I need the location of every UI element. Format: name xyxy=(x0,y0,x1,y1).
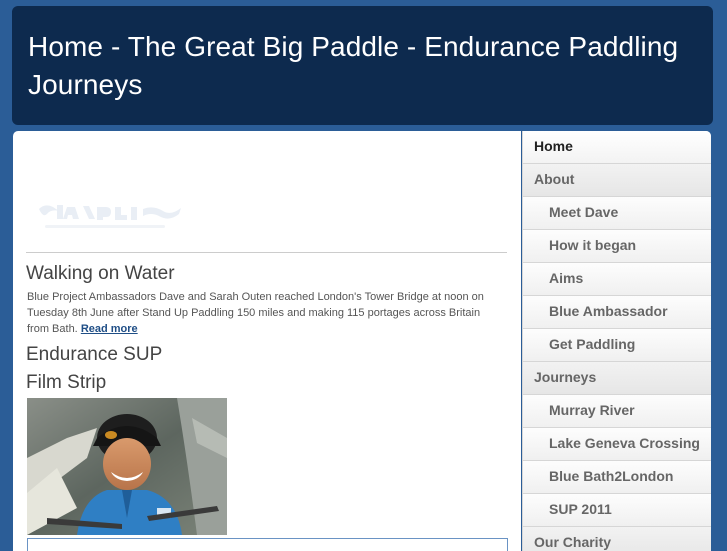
nav-item-label: Journeys xyxy=(534,369,597,385)
paddler-photo[interactable] xyxy=(27,398,227,535)
nav-item-blue-ambassador[interactable]: Blue Ambassador xyxy=(522,296,711,329)
read-more-link[interactable]: Read more xyxy=(81,323,138,335)
nav-item-label: Murray River xyxy=(549,402,635,418)
post-excerpt: Blue Project Ambassadors Dave and Sarah … xyxy=(27,289,497,337)
nav-item-label: Meet Dave xyxy=(549,204,619,220)
nav-item-murray-river[interactable]: Murray River xyxy=(522,395,711,428)
section-title: Endurance SUP xyxy=(26,344,163,365)
nav-item-label: Blue Bath2London xyxy=(549,468,674,484)
nav-item-label: Aims xyxy=(549,270,584,286)
site-logo[interactable] xyxy=(27,195,197,239)
nav-item-lake-geneva-crossing[interactable]: Lake Geneva Crossing xyxy=(522,428,711,461)
nav-item-journeys[interactable]: Journeys xyxy=(522,362,711,395)
nav-item-how-it-began[interactable]: How it began xyxy=(522,230,711,263)
site-header: Home - The Great Big Paddle - Endurance … xyxy=(12,6,713,125)
post-title[interactable]: Walking on Water xyxy=(26,261,175,287)
nav-item-home[interactable]: Home xyxy=(522,131,711,164)
nav-item-our-charity[interactable]: Our Charity xyxy=(522,527,711,551)
nav-item-label: Home xyxy=(534,138,573,154)
main-content: Walking on Water Blue Project Ambassador… xyxy=(13,131,521,551)
nav-item-label: Our Charity xyxy=(534,534,612,550)
nav-item-sup-2011[interactable]: SUP 2011 xyxy=(522,494,711,527)
nav-item-label: Get Paddling xyxy=(549,336,636,352)
nav-item-label: SUP 2011 xyxy=(549,501,612,517)
nav-item-label: Blue Ambassador xyxy=(549,303,668,319)
nav-item-get-paddling[interactable]: Get Paddling xyxy=(522,329,711,362)
sidebar-nav: Home About Meet Dave How it began Aims B… xyxy=(522,131,711,551)
section-subtitle: Film Strip xyxy=(26,372,107,393)
nav-item-label: Lake Geneva Crossing xyxy=(549,435,700,451)
site-title: Home - The Great Big Paddle - Endurance … xyxy=(28,31,679,100)
nav-item-meet-dave[interactable]: Meet Dave xyxy=(522,197,711,230)
content-divider xyxy=(26,252,507,253)
nav-item-label: How it began xyxy=(549,237,637,253)
nav-item-label: About xyxy=(534,171,575,187)
nav-item-about[interactable]: About xyxy=(522,164,711,197)
nav-item-blue-bath2london[interactable]: Blue Bath2London xyxy=(522,461,711,494)
nav-item-aims[interactable]: Aims xyxy=(522,263,711,296)
